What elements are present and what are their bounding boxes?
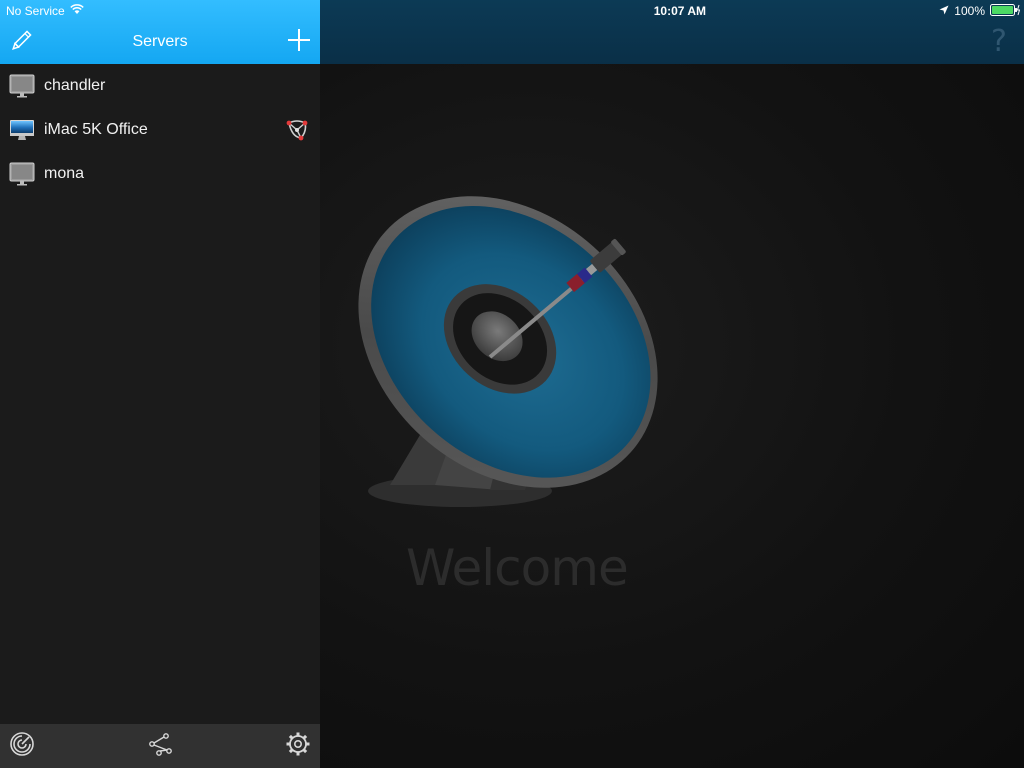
sidebar-toolbar <box>0 724 320 768</box>
server-name: chandler <box>44 75 105 97</box>
scan-icon <box>9 731 35 762</box>
add-server-button[interactable] <box>284 27 314 57</box>
sidebar-header: No Service <box>0 0 320 64</box>
server-list: chandler <box>0 64 320 196</box>
server-name: mona <box>44 163 84 185</box>
server-row-mona[interactable]: mona <box>0 152 320 196</box>
settings-gear-icon <box>285 731 311 762</box>
status-bar-left: No Service <box>6 3 84 19</box>
detail-header: 10:07 AM 100% ? <box>320 0 1024 64</box>
network-icon <box>147 731 173 762</box>
wifi-icon <box>70 3 84 19</box>
detail-pane: 10:07 AM 100% ? <box>320 0 1024 768</box>
help-button[interactable]: ? <box>984 24 1014 60</box>
app-screen: No Service <box>0 0 1024 768</box>
location-arrow-icon <box>939 4 949 18</box>
sidebar-title: Servers <box>0 30 320 54</box>
server-name: iMac 5K Office <box>44 119 148 141</box>
plus-icon <box>287 28 311 57</box>
welcome-heading: Welcome <box>406 538 628 598</box>
status-time: 10:07 AM <box>320 3 706 19</box>
scan-button[interactable] <box>8 732 36 760</box>
carrier-label: No Service <box>6 3 65 19</box>
display-icon <box>9 74 35 98</box>
battery-icon <box>990 4 1020 19</box>
status-bar-right: 100% <box>939 3 1020 19</box>
sidebar: No Service <box>0 0 320 768</box>
server-row-imac-5k-office[interactable]: iMac 5K Office <box>0 108 320 152</box>
satellite-dish-illustration <box>350 185 680 515</box>
connection-status-icon <box>283 117 311 143</box>
battery-percent: 100% <box>954 4 985 18</box>
display-icon <box>9 162 35 186</box>
server-row-chandler[interactable]: chandler <box>0 64 320 108</box>
network-button[interactable] <box>146 732 174 760</box>
imac-icon <box>9 118 35 142</box>
settings-button[interactable] <box>284 732 312 760</box>
